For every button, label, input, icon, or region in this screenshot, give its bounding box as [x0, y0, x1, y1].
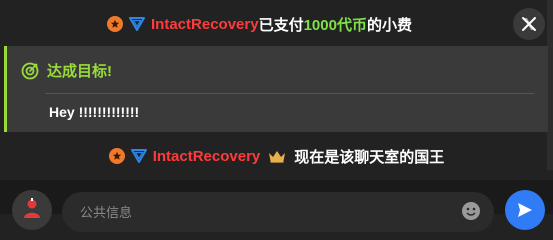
goal-header: 达成目标!: [21, 60, 112, 81]
chevron-badge-icon: [130, 149, 147, 163]
avatar-icon[interactable]: [12, 190, 52, 230]
message-input-wrapper: [62, 192, 494, 232]
goal-title: 达成目标!: [47, 63, 112, 80]
x-logo-icon[interactable]: [513, 8, 545, 40]
tip-text-before: 已支付: [258, 16, 304, 34]
send-icon[interactable]: [505, 190, 545, 230]
message-input[interactable]: [80, 200, 460, 224]
king-text: 现在是该聊天室的国王: [294, 148, 445, 166]
target-icon: [21, 62, 39, 80]
star-badge-icon: [107, 16, 124, 32]
chevron-badge-icon: [129, 17, 146, 31]
star-badge-icon: [108, 148, 125, 164]
message-composer: [0, 180, 553, 232]
king-username[interactable]: IntactRecovery: [153, 148, 261, 165]
emoji-icon[interactable]: [460, 200, 482, 222]
goal-message: Hey !!!!!!!!!!!!!: [49, 104, 140, 120]
tip-notice: IntactRecovery 已支付 1000代币 的小费: [0, 4, 553, 44]
crown-icon: [268, 149, 286, 163]
tip-username[interactable]: IntactRecovery: [151, 16, 259, 33]
goal-reached-card: 达成目标! Hey !!!!!!!!!!!!!: [4, 46, 548, 132]
tip-text-after: 的小费: [366, 16, 412, 34]
tip-amount: 1000代币: [303, 16, 367, 34]
king-notice: IntactRecovery 现在是该聊天室的国王: [0, 136, 553, 176]
goal-divider: [45, 93, 534, 94]
